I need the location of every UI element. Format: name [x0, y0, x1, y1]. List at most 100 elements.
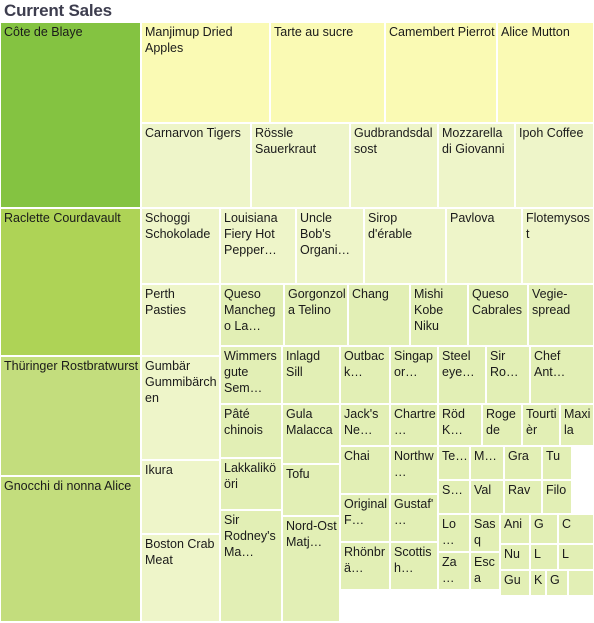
treemap-cell[interactable] — [568, 570, 594, 596]
treemap-cell-label: Gula Malacca — [286, 407, 333, 437]
treemap-cell-label: Boston Crab Meat — [145, 537, 215, 567]
treemap-cell[interactable]: Manjimup Dried Apples — [141, 22, 270, 123]
treemap-cell[interactable]: Thüringer Rostbratwurst — [0, 356, 141, 476]
treemap-cell[interactable]: L — [558, 544, 594, 570]
treemap-cell[interactable]: Vegie-spread — [528, 284, 594, 346]
treemap-cell[interactable]: Rogede — [482, 404, 522, 446]
treemap-cell[interactable]: Lakkalikööri — [220, 458, 282, 510]
treemap-cell[interactable]: Rhönbrä… — [340, 542, 390, 590]
treemap-cell[interactable]: Ani — [500, 514, 530, 544]
treemap-cell[interactable]: Gudbrandsdalsost — [350, 123, 438, 208]
treemap-cell[interactable]: Chef Ant… — [530, 346, 594, 404]
treemap-cell[interactable]: Ikura — [141, 460, 220, 534]
treemap-cell-label: Sirop d'érable — [368, 211, 413, 241]
treemap-cell[interactable]: Rössle Sauerkraut — [251, 123, 350, 208]
treemap-cell[interactable]: Gorgonzola Telino — [284, 284, 348, 346]
treemap-cell[interactable]: Mishi Kobe Niku — [410, 284, 468, 346]
treemap-cell[interactable]: L — [530, 544, 558, 570]
treemap-cell[interactable]: Rav — [504, 480, 542, 514]
treemap-cell[interactable]: Schoggi Schokolade — [141, 208, 220, 284]
treemap-cell[interactable]: Gra — [504, 446, 542, 480]
treemap-cell[interactable]: Nord-Ost Matj… — [282, 516, 340, 622]
treemap-cell[interactable]: G — [530, 514, 558, 544]
treemap-cell[interactable]: Inlagd Sill — [282, 346, 340, 404]
treemap-cell[interactable]: Tarte au sucre — [270, 22, 385, 123]
treemap-cell-label: Tofu — [286, 467, 310, 481]
treemap-cell-label: Chang — [352, 287, 389, 301]
treemap-cell[interactable]: Pâté chinois — [220, 404, 282, 458]
treemap-cell-label: Singapor… — [394, 349, 433, 379]
treemap-cell[interactable]: Chai — [340, 446, 390, 494]
treemap-cell-label: S… — [442, 483, 463, 497]
treemap-cell[interactable]: Mozzarella di Giovanni — [438, 123, 515, 208]
treemap-cell[interactable]: Maxila — [560, 404, 594, 446]
treemap-cell[interactable]: Sir Rodney's Ma… — [220, 510, 282, 622]
treemap-cell[interactable]: Gumbär Gummibärchen — [141, 356, 220, 460]
treemap-cell-label: M… — [474, 449, 497, 463]
treemap-cell[interactable]: Alice Mutton — [497, 22, 594, 123]
treemap-cell[interactable]: Esca — [470, 552, 500, 590]
treemap-cell[interactable]: Original F… — [340, 494, 390, 542]
treemap-cell[interactable]: Chartre… — [390, 404, 438, 446]
treemap-cell[interactable]: G — [546, 570, 568, 596]
treemap-cell[interactable]: Camembert Pierrot — [385, 22, 497, 123]
treemap-cell[interactable]: C — [558, 514, 594, 544]
treemap-cell[interactable]: Tu — [542, 446, 572, 480]
treemap-cell[interactable]: Nu — [500, 544, 530, 570]
treemap-cell-label: Mishi Kobe Niku — [414, 287, 444, 333]
treemap-cell[interactable]: Val — [470, 480, 504, 514]
treemap-cell-label: Sir Rodney's Ma… — [224, 513, 276, 559]
treemap-cell[interactable]: Boston Crab Meat — [141, 534, 220, 622]
treemap-cell-label: Steel eye… — [442, 349, 475, 379]
treemap-cell-label: Gumbär Gummibärchen — [145, 359, 217, 405]
treemap-cell-label: Flotemysost — [526, 211, 590, 241]
treemap-cell[interactable]: Perth Pasties — [141, 284, 220, 356]
treemap-cell[interactable]: Queso Cabrales — [468, 284, 528, 346]
treemap-cell[interactable]: Filo — [542, 480, 572, 514]
treemap-cell[interactable]: Gnocchi di nonna Alice — [0, 476, 141, 622]
treemap-cell[interactable]: Uncle Bob's Organi… — [296, 208, 364, 284]
treemap-cell[interactable]: Gustaf'… — [390, 494, 438, 542]
treemap-cell[interactable]: Wimmers gute Sem… — [220, 346, 282, 404]
treemap-cell[interactable]: Sasq — [470, 514, 500, 552]
treemap-cell[interactable]: Carnarvon Tigers — [141, 123, 251, 208]
treemap-cell[interactable]: Ipoh Coffee — [515, 123, 594, 208]
treemap-cell[interactable]: Singapor… — [390, 346, 438, 404]
treemap-cell[interactable]: Sirop d'érable — [364, 208, 446, 284]
treemap-cell-label: Perth Pasties — [145, 287, 186, 317]
treemap-cell[interactable]: Pavlova — [446, 208, 522, 284]
treemap-cell[interactable]: S… — [438, 480, 470, 514]
treemap-cell-label: Rhönbrä… — [344, 545, 385, 575]
treemap-cell[interactable]: Gula Malacca — [282, 404, 340, 464]
treemap-cell[interactable]: M… — [470, 446, 504, 480]
treemap-cell[interactable]: Chang — [348, 284, 410, 346]
treemap-plot-area: Côte de Blaye Manjimup Dried Apples Tarte … — [0, 22, 594, 622]
treemap-cell[interactable]: Jack's Ne… — [340, 404, 390, 446]
treemap-cell[interactable]: Outback… — [340, 346, 390, 404]
treemap-cell[interactable]: Gu — [500, 570, 530, 596]
treemap-cell-label: Queso Manchego La… — [224, 287, 276, 333]
treemap-cell[interactable]: Côte de Blaye — [0, 22, 141, 208]
treemap-cell-label: Camembert Pierrot — [389, 25, 495, 39]
treemap-cell[interactable]: Lo… — [438, 514, 470, 552]
treemap-cell-label: Jack's Ne… — [344, 407, 379, 437]
treemap-cell[interactable]: Scottish… — [390, 542, 438, 590]
treemap-cell[interactable]: Tofu — [282, 464, 340, 516]
treemap-cell[interactable]: K — [530, 570, 546, 596]
treemap-cell-label: Rav — [508, 483, 531, 497]
treemap-cell[interactable]: Queso Manchego La… — [220, 284, 284, 346]
treemap-cell[interactable]: Raclette Courdavault — [0, 208, 141, 356]
treemap-cell[interactable]: Steel eye… — [438, 346, 486, 404]
treemap-cell[interactable]: Louisiana Fiery Hot Pepper… — [220, 208, 296, 284]
treemap-cell[interactable]: Northw… — [390, 446, 438, 494]
treemap-cell[interactable]: Röd K… — [438, 404, 482, 446]
treemap-cell[interactable]: Tourtièr — [522, 404, 560, 446]
treemap-cell[interactable]: Sir Ro… — [486, 346, 530, 404]
treemap-cell[interactable]: Za… — [438, 552, 470, 590]
treemap-cell-label: Inlagd Sill — [286, 349, 321, 379]
treemap-cell[interactable]: Te… — [438, 446, 470, 480]
treemap-cell-label: Original F… — [344, 497, 388, 527]
treemap-cell[interactable]: Flotemysost — [522, 208, 594, 284]
treemap-cell-label: Maxila — [564, 407, 591, 437]
treemap-cell-label: Gu — [504, 573, 521, 587]
